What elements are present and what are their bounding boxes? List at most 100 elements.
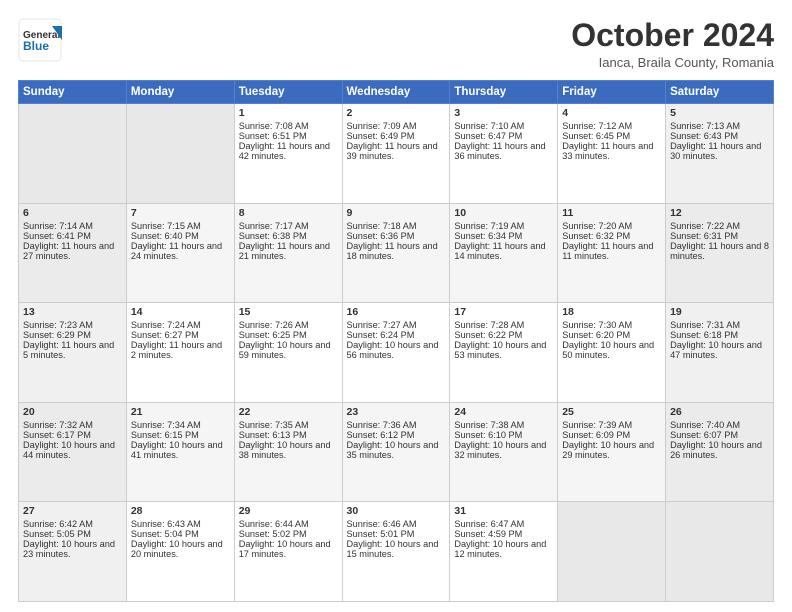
sunrise-text: Sunrise: 7:40 AM (670, 420, 740, 430)
day-number: 16 (347, 306, 446, 318)
svg-text:Blue: Blue (23, 39, 49, 53)
day-number: 4 (562, 107, 661, 119)
day-header-friday: Friday (558, 81, 666, 104)
calendar-cell: 7Sunrise: 7:15 AMSunset: 6:40 PMDaylight… (126, 203, 234, 303)
day-number: 15 (239, 306, 338, 318)
sunset-text: Sunset: 6:27 PM (131, 330, 199, 340)
sunset-text: Sunset: 5:05 PM (23, 529, 91, 539)
sunset-text: Sunset: 6:09 PM (562, 430, 630, 440)
day-number: 22 (239, 406, 338, 418)
daylight-text: Daylight: 11 hours and 11 minutes. (562, 241, 653, 261)
calendar-cell: 31Sunrise: 6:47 AMSunset: 4:59 PMDayligh… (450, 502, 558, 602)
sunrise-text: Sunrise: 7:08 AM (239, 121, 309, 131)
calendar-cell: 9Sunrise: 7:18 AMSunset: 6:36 PMDaylight… (342, 203, 450, 303)
sunset-text: Sunset: 6:15 PM (131, 430, 199, 440)
day-number: 17 (454, 306, 553, 318)
header: General Blue October 2024 Ianca, Braila … (18, 18, 774, 70)
sunset-text: Sunset: 6:20 PM (562, 330, 630, 340)
day-number: 7 (131, 207, 230, 219)
daylight-text: Daylight: 11 hours and 18 minutes. (347, 241, 438, 261)
day-number: 27 (23, 505, 122, 517)
daylight-text: Daylight: 11 hours and 5 minutes. (23, 340, 114, 360)
day-header-wednesday: Wednesday (342, 81, 450, 104)
calendar-cell: 18Sunrise: 7:30 AMSunset: 6:20 PMDayligh… (558, 303, 666, 403)
sunrise-text: Sunrise: 7:12 AM (562, 121, 632, 131)
day-number: 18 (562, 306, 661, 318)
calendar-cell: 14Sunrise: 7:24 AMSunset: 6:27 PMDayligh… (126, 303, 234, 403)
calendar-cell (126, 104, 234, 204)
daylight-text: Daylight: 10 hours and 59 minutes. (239, 340, 331, 360)
calendar-cell: 30Sunrise: 6:46 AMSunset: 5:01 PMDayligh… (342, 502, 450, 602)
daylight-text: Daylight: 10 hours and 15 minutes. (347, 539, 439, 559)
calendar-cell (558, 502, 666, 602)
sunrise-text: Sunrise: 7:23 AM (23, 320, 93, 330)
sunrise-text: Sunrise: 6:46 AM (347, 519, 417, 529)
sunrise-text: Sunrise: 7:20 AM (562, 221, 632, 231)
week-row-4: 20Sunrise: 7:32 AMSunset: 6:17 PMDayligh… (19, 402, 774, 502)
calendar-cell: 10Sunrise: 7:19 AMSunset: 6:34 PMDayligh… (450, 203, 558, 303)
sunset-text: Sunset: 6:49 PM (347, 131, 415, 141)
sunset-text: Sunset: 6:17 PM (23, 430, 91, 440)
day-number: 10 (454, 207, 553, 219)
calendar-cell: 1 Sunrise: 7:08 AMSunset: 6:51 PMDaylight… (234, 104, 342, 204)
calendar-cell: 5Sunrise: 7:13 AMSunset: 6:43 PMDaylight… (666, 104, 774, 204)
sunrise-text: Sunrise: 7:30 AM (562, 320, 632, 330)
daylight-text: Daylight: 10 hours and 26 minutes. (670, 440, 762, 460)
calendar-cell: 15 Sunrise: 7:26 AMSunset: 6:25 PMDayligh… (234, 303, 342, 403)
day-number: 12 (670, 207, 769, 219)
sunset-text: Sunset: 6:25 PM (239, 330, 307, 340)
sunset-text: Sunset: 6:07 PM (670, 430, 738, 440)
daylight-text: Daylight: 10 hours and 56 minutes. (347, 340, 439, 360)
calendar-cell: 11Sunrise: 7:20 AMSunset: 6:32 PMDayligh… (558, 203, 666, 303)
sunrise-text: Sunrise: 7:10 AM (454, 121, 524, 131)
sunset-text: Sunset: 5:04 PM (131, 529, 199, 539)
day-number: 2 (347, 107, 446, 119)
day-number: 8 (239, 207, 338, 219)
calendar-cell: 29Sunrise: 6:44 AMSunset: 5:02 PMDayligh… (234, 502, 342, 602)
month-title: October 2024 (571, 18, 774, 53)
sunrise-text: Sunrise: 7:24 AM (131, 320, 201, 330)
calendar-cell: 17Sunrise: 7:28 AMSunset: 6:22 PMDayligh… (450, 303, 558, 403)
daylight-text: Daylight: 10 hours and 41 minutes. (131, 440, 223, 460)
day-number: 29 (239, 505, 338, 517)
sunrise-text: Sunrise: 7:15 AM (131, 221, 201, 231)
sunset-text: Sunset: 6:43 PM (670, 131, 738, 141)
sunset-text: Sunset: 5:01 PM (347, 529, 415, 539)
day-number: 28 (131, 505, 230, 517)
daylight-text: Daylight: 10 hours and 20 minutes. (131, 539, 223, 559)
sunrise-text: Sunrise: 7:32 AM (23, 420, 93, 430)
calendar-cell: 24Sunrise: 7:38 AMSunset: 6:10 PMDayligh… (450, 402, 558, 502)
sunrise-text: Sunrise: 7:39 AM (562, 420, 632, 430)
sunset-text: Sunset: 6:12 PM (347, 430, 415, 440)
sunset-text: Sunset: 6:13 PM (239, 430, 307, 440)
daylight-text: Daylight: 11 hours and 2 minutes. (131, 340, 222, 360)
calendar-cell: 20Sunrise: 7:32 AMSunset: 6:17 PMDayligh… (19, 402, 127, 502)
calendar-table: SundayMondayTuesdayWednesdayThursdayFrid… (18, 80, 774, 602)
sunrise-text: Sunrise: 6:43 AM (131, 519, 201, 529)
daylight-text: Daylight: 10 hours and 23 minutes. (23, 539, 115, 559)
week-row-1: 1 Sunrise: 7:08 AMSunset: 6:51 PMDaylight… (19, 104, 774, 204)
sunset-text: Sunset: 6:38 PM (239, 231, 307, 241)
sunset-text: Sunset: 6:22 PM (454, 330, 522, 340)
location: Ianca, Braila County, Romania (571, 55, 774, 70)
sunrise-text: Sunrise: 7:36 AM (347, 420, 417, 430)
sunset-text: Sunset: 6:40 PM (131, 231, 199, 241)
calendar-cell: 23Sunrise: 7:36 AMSunset: 6:12 PMDayligh… (342, 402, 450, 502)
sunrise-text: Sunrise: 7:19 AM (454, 221, 524, 231)
week-row-3: 13Sunrise: 7:23 AMSunset: 6:29 PMDayligh… (19, 303, 774, 403)
daylight-text: Daylight: 11 hours and 42 minutes. (239, 141, 330, 161)
sunrise-text: Sunrise: 7:14 AM (23, 221, 93, 231)
sunset-text: Sunset: 6:45 PM (562, 131, 630, 141)
sunset-text: Sunset: 6:51 PM (239, 131, 307, 141)
daylight-text: Daylight: 10 hours and 38 minutes. (239, 440, 331, 460)
sunset-text: Sunset: 6:36 PM (347, 231, 415, 241)
daylight-text: Daylight: 11 hours and 21 minutes. (239, 241, 330, 261)
calendar-cell: 21Sunrise: 7:34 AMSunset: 6:15 PMDayligh… (126, 402, 234, 502)
sunrise-text: Sunrise: 7:26 AM (239, 320, 309, 330)
sunrise-text: Sunrise: 7:38 AM (454, 420, 524, 430)
day-number: 13 (23, 306, 122, 318)
day-number: 1 (239, 107, 338, 119)
page: General Blue October 2024 Ianca, Braila … (0, 0, 792, 612)
daylight-text: Daylight: 11 hours and 27 minutes. (23, 241, 114, 261)
calendar-cell: 13Sunrise: 7:23 AMSunset: 6:29 PMDayligh… (19, 303, 127, 403)
